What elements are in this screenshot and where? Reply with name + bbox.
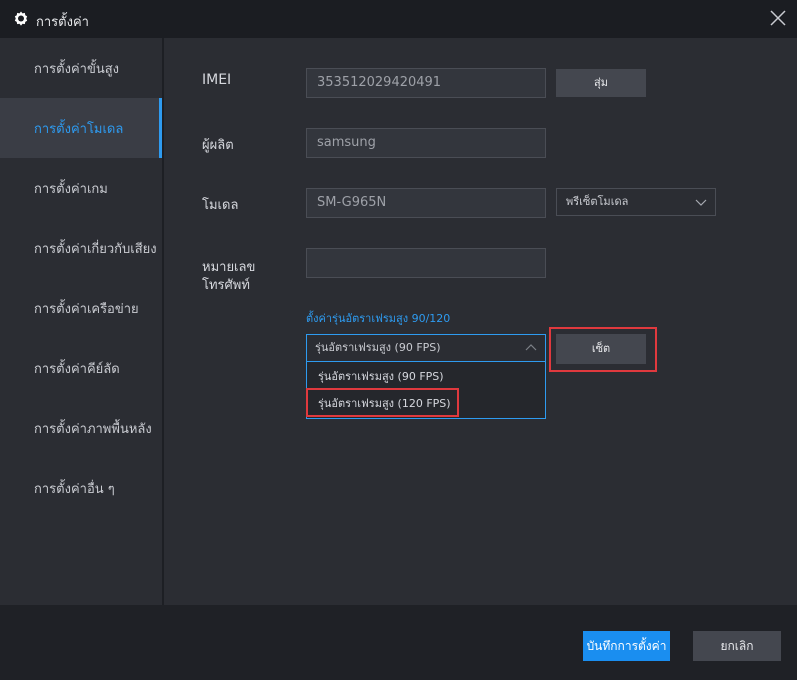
window-title: การตั้งค่า — [36, 15, 89, 30]
sidebar-item-label: การตั้งค่าโมเดล — [34, 121, 124, 137]
chevron-down-icon — [695, 199, 707, 206]
cancel-button[interactable]: ยกเลิก — [693, 631, 781, 661]
save-settings-button[interactable]: บันทึกการตั้งค่า — [583, 631, 670, 661]
phone-label-line2: โทรศัพท์ — [202, 278, 250, 293]
sidebar-item-label: การตั้งค่าขั้นสูง — [34, 61, 119, 77]
sidebar-item-label: การตั้งค่าเกม — [34, 181, 108, 197]
random-imei-button[interactable]: สุ่ม — [556, 69, 646, 97]
sidebar-item-label: การตั้งค่าภาพพื้นหลัง — [34, 421, 152, 437]
model-preset-label: พรีเซ็ตโมเดล — [566, 195, 629, 208]
imei-label: IMEI — [202, 72, 232, 88]
gear-icon — [14, 11, 28, 26]
sidebar-item-audio[interactable]: การตั้งค่าเกี่ยวกับเสียง — [0, 218, 162, 278]
phone-input[interactable] — [306, 248, 546, 278]
manufacturer-input[interactable]: samsung — [306, 128, 546, 158]
sidebar-item-other[interactable]: การตั้งค่าอื่น ๆ — [0, 458, 162, 518]
fps-dropdown: รุ่นอัตราเฟรมสูง (90 FPS) รุ่นอัตราเฟรมส… — [306, 362, 546, 419]
footer-bar: บันทึกการตั้งค่า ยกเลิก — [0, 605, 797, 680]
sidebar-item-advanced[interactable]: การตั้งค่าขั้นสูง — [0, 38, 162, 98]
sidebar-item-game[interactable]: การตั้งค่าเกม — [0, 158, 162, 218]
sidebar-item-label: การตั้งค่าเกี่ยวกับเสียง — [34, 241, 157, 257]
model-input[interactable]: SM-G965N — [306, 188, 546, 218]
fps-select[interactable]: รุ่นอัตราเฟรมสูง (90 FPS) — [306, 334, 546, 362]
sidebar-item-label: การตั้งค่าคีย์ลัด — [34, 361, 120, 377]
high-fps-link[interactable]: ตั้งค่ารุ่นอัตราเฟรมสูง 90/120 — [306, 309, 450, 327]
title-bar: การตั้งค่า — [0, 0, 797, 38]
fps-option-120[interactable]: รุ่นอัตราเฟรมสูง (120 FPS) — [307, 390, 545, 418]
manufacturer-label: ผู้ผลิต — [202, 138, 234, 153]
sidebar-item-label: การตั้งค่าอื่น ๆ — [34, 481, 115, 497]
close-icon[interactable] — [769, 9, 787, 27]
sidebar: การตั้งค่าขั้นสูง การตั้งค่าโมเดล การตั้… — [0, 38, 162, 605]
fps-selected-value: รุ่นอัตราเฟรมสูง (90 FPS) — [315, 341, 441, 354]
chevron-up-icon — [525, 344, 537, 351]
set-fps-button[interactable]: เซ็ต — [556, 334, 646, 364]
sidebar-item-model[interactable]: การตั้งค่าโมเดล — [0, 98, 162, 158]
model-preset-select[interactable]: พรีเซ็ตโมเดล — [556, 188, 716, 216]
sidebar-item-wallpaper[interactable]: การตั้งค่าภาพพื้นหลัง — [0, 398, 162, 458]
fps-option-90[interactable]: รุ่นอัตราเฟรมสูง (90 FPS) — [307, 363, 545, 391]
model-settings-panel: IMEI 353512029420491 สุ่ม ผู้ผลิต samsun… — [164, 38, 797, 605]
model-label: โมเดล — [202, 198, 239, 213]
sidebar-item-label: การตั้งค่าเครือข่าย — [34, 301, 139, 317]
sidebar-item-shortcuts[interactable]: การตั้งค่าคีย์ลัด — [0, 338, 162, 398]
sidebar-item-network[interactable]: การตั้งค่าเครือข่าย — [0, 278, 162, 338]
imei-input[interactable]: 353512029420491 — [306, 68, 546, 98]
